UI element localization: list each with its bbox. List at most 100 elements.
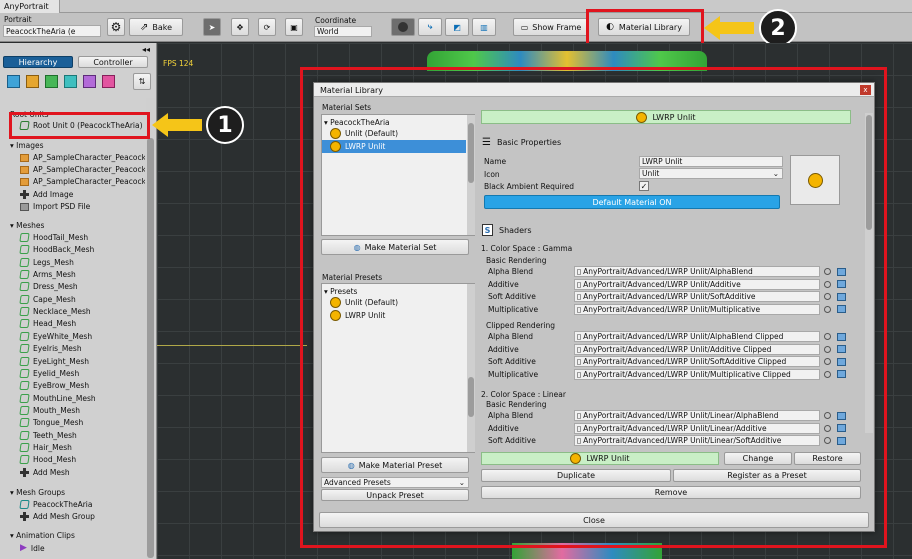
import-psd-item[interactable]: Import PSD File <box>20 202 90 211</box>
preset-item-lwrp-unlit[interactable]: LWRP Unlit <box>330 310 385 321</box>
mesh-item[interactable]: Hood_Mesh <box>19 455 76 465</box>
image-item[interactable]: AP_SampleCharacter_PeacockT <box>20 153 145 162</box>
portrait-select[interactable]: PeacockTheAria (e <box>3 25 101 37</box>
picker-icon[interactable] <box>837 280 846 288</box>
target-icon[interactable] <box>824 412 831 419</box>
set-item-lwrp-unlit[interactable]: LWRP Unlit <box>322 140 466 153</box>
shader-field[interactable]: ▯ AnyPortrait/Advanced/LWRP Unlit/Additiv… <box>574 278 820 290</box>
presets-scrollbar[interactable] <box>467 284 475 452</box>
mesh-item[interactable]: Necklace_Mesh <box>19 307 91 317</box>
remove-button[interactable]: Remove <box>481 486 861 499</box>
move-tool-button[interactable]: ✥ <box>231 18 249 36</box>
coordinate-select[interactable]: World <box>314 26 372 37</box>
mesh-item[interactable]: EyeBrow_Mesh <box>19 381 89 391</box>
target-icon[interactable] <box>824 268 831 275</box>
set-item-unlit[interactable]: Unlit (Default) <box>330 128 398 139</box>
picker-icon[interactable] <box>837 411 846 420</box>
mesh-item[interactable]: EyeLight_Mesh <box>19 356 89 366</box>
show-frame-button[interactable]: ▭ Show Frame <box>513 18 589 36</box>
default-material-button[interactable]: Default Material ON <box>484 195 780 209</box>
shader-field[interactable]: ▯ AnyPortrait/Advanced/LWRP Unlit/Linear/… <box>574 422 820 434</box>
sidebar-scrollbar[interactable] <box>146 98 155 559</box>
animation-clip-item[interactable]: ▶ Idle <box>20 543 45 553</box>
mesh-item[interactable]: EyeIris_Mesh <box>19 344 82 354</box>
sort-button[interactable]: ⇅ <box>133 73 151 90</box>
sidebar-scroll-thumb[interactable] <box>147 138 154 558</box>
filter-param-icon[interactable] <box>102 75 115 88</box>
right-panel-scrollbar[interactable] <box>865 113 873 433</box>
name-input[interactable]: LWRP Unlit <box>639 156 783 167</box>
picker-icon[interactable] <box>837 357 846 366</box>
mesh-item[interactable]: Cape_Mesh <box>19 294 76 304</box>
filter-mesh-icon[interactable] <box>45 75 58 88</box>
sets-root-item[interactable]: ▾ PeacockTheAria <box>324 118 390 127</box>
make-material-set-button[interactable]: ◍ Make Material Set <box>321 239 469 255</box>
mesh-item[interactable]: Dress_Mesh <box>19 282 78 292</box>
mesh-item[interactable]: Teeth_Mesh <box>19 430 77 440</box>
restore-button[interactable]: Restore <box>794 452 861 465</box>
right-scroll-thumb[interactable] <box>866 115 872 230</box>
picker-icon[interactable] <box>837 332 846 341</box>
shader-field[interactable]: ▯ AnyPortrait/Advanced/LWRP Unlit/Multipl… <box>574 303 820 315</box>
shader-field[interactable]: ▯ AnyPortrait/Advanced/LWRP Unlit/AlphaBl… <box>574 331 820 342</box>
mesh-item[interactable]: Eyelid_Mesh <box>19 368 79 378</box>
icon-select[interactable]: Unlit ⌄ <box>639 168 783 179</box>
target-icon[interactable] <box>824 358 831 365</box>
target-icon[interactable] <box>824 333 831 340</box>
target-icon[interactable] <box>824 305 831 313</box>
shader-field[interactable]: ▯ AnyPortrait/Advanced/LWRP Unlit/Linear/… <box>574 435 820 446</box>
scale-tool-button[interactable]: ▣ <box>285 18 303 36</box>
mesh-item[interactable]: MouthLine_Mesh <box>19 393 96 403</box>
tab-hierarchy[interactable]: Hierarchy <box>3 56 73 68</box>
picker-icon[interactable] <box>837 267 846 276</box>
preset-item-unlit[interactable]: Unlit (Default) <box>330 297 398 308</box>
shader-field[interactable]: ▯ AnyPortrait/Advanced/LWRP Unlit/Multipl… <box>574 368 820 380</box>
image-item[interactable]: AP_SampleCharacter_PeacockT <box>20 177 145 186</box>
filter-image-icon[interactable] <box>26 75 39 88</box>
shader-field[interactable]: ▯ AnyPortrait/Advanced/LWRP Unlit/Additiv… <box>574 343 820 355</box>
picker-icon[interactable] <box>837 370 846 378</box>
bone-toggle-button[interactable]: ⤷ <box>418 18 442 36</box>
filter-root-icon[interactable] <box>7 75 20 88</box>
target-icon[interactable] <box>824 424 831 432</box>
mesh-item[interactable]: Arms_Mesh <box>19 270 76 280</box>
duplicate-button[interactable]: Duplicate <box>481 469 671 482</box>
dialog-close-icon[interactable]: x <box>860 85 871 95</box>
picker-icon[interactable] <box>837 424 846 432</box>
tab-controller[interactable]: Controller <box>78 56 148 68</box>
physics-toggle-button[interactable]: ▥ <box>472 18 496 36</box>
bake-button[interactable]: ⇗ Bake <box>129 18 183 36</box>
black-ambient-checkbox[interactable]: ✓ <box>639 181 649 191</box>
mesh-item[interactable]: EyeWhite_Mesh <box>19 331 92 341</box>
picker-icon[interactable] <box>837 345 846 353</box>
sets-scrollbar[interactable] <box>467 115 475 235</box>
target-icon[interactable] <box>824 293 831 300</box>
presets-root-item[interactable]: ▾ Presets <box>324 287 357 296</box>
shader-field[interactable]: ▯ AnyPortrait/Advanced/LWRP Unlit/SoftAdd… <box>574 291 820 302</box>
mesh-item[interactable]: Tongue_Mesh <box>19 418 83 428</box>
sets-scroll-thumb[interactable] <box>468 123 474 183</box>
filter-animation-icon[interactable] <box>83 75 96 88</box>
register-preset-button[interactable]: Register as a Preset <box>673 469 861 482</box>
select-tool-button[interactable]: ➤ <box>203 18 221 36</box>
sidebar-collapse-button[interactable]: ◂◂ <box>142 45 150 54</box>
image-item[interactable]: AP_SampleCharacter_PeacockT <box>20 165 145 174</box>
add-mesh-item[interactable]: Add Mesh <box>20 467 70 477</box>
shader-field[interactable]: ▯ AnyPortrait/Advanced/LWRP Unlit/Linear/… <box>574 410 820 421</box>
mesh-toggle-button[interactable]: ◩ <box>445 18 469 36</box>
shader-field[interactable]: ▯ AnyPortrait/Advanced/LWRP Unlit/AlphaBl… <box>574 266 820 277</box>
add-image-item[interactable]: Add Image <box>20 190 73 199</box>
add-mesh-group-item[interactable]: Add Mesh Group <box>20 512 95 521</box>
presets-scroll-thumb[interactable] <box>468 377 474 417</box>
target-icon[interactable] <box>824 280 831 288</box>
filter-meshgroup-icon[interactable] <box>64 75 77 88</box>
mesh-item[interactable]: Legs_Mesh <box>19 257 74 267</box>
target-icon[interactable] <box>824 345 831 353</box>
mesh-item[interactable]: HoodBack_Mesh <box>19 245 94 255</box>
close-button[interactable]: Close <box>319 512 869 528</box>
mesh-item[interactable]: Mouth_Mesh <box>19 405 80 415</box>
change-button[interactable]: Change <box>724 452 792 465</box>
target-icon[interactable] <box>824 370 831 378</box>
shader-field[interactable]: ▯ AnyPortrait/Advanced/LWRP Unlit/SoftAdd… <box>574 356 820 367</box>
mesh-item[interactable]: Hair_Mesh <box>19 442 72 452</box>
